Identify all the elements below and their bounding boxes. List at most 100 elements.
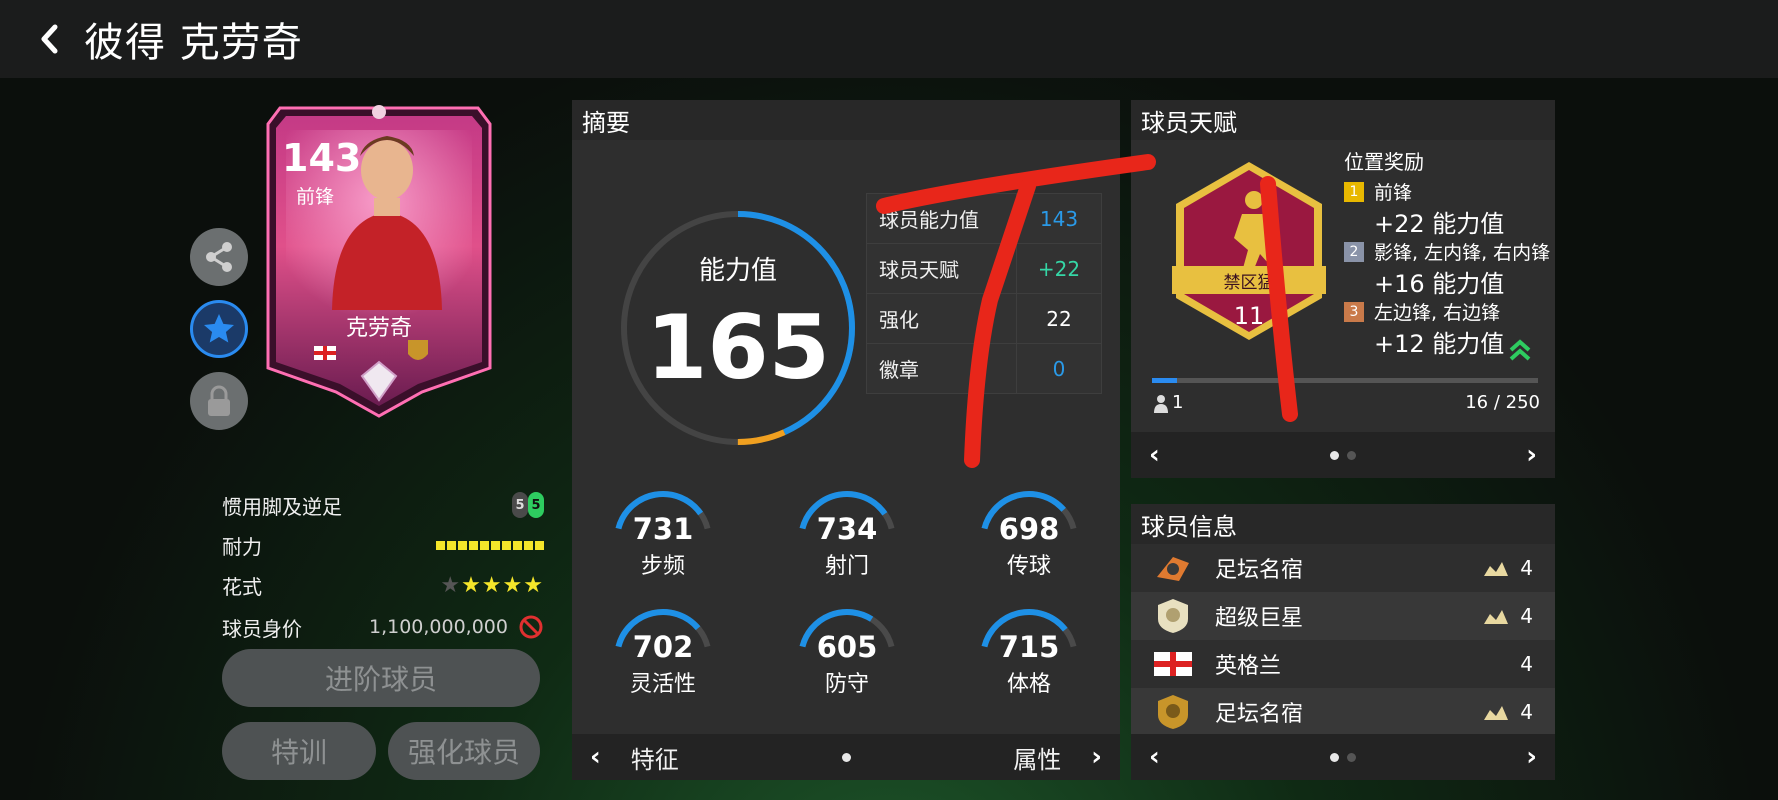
- star-icon: ★: [502, 572, 524, 598]
- foot-right-value: 5: [528, 492, 544, 518]
- stat-gauge[interactable]: 605 防守: [792, 602, 902, 702]
- page-title: 彼得 克劳奇: [84, 20, 303, 66]
- page-dot: [1347, 450, 1356, 460]
- stat-label: 防守: [824, 672, 869, 697]
- enhance-player-button[interactable]: 强化球员: [388, 722, 540, 780]
- tier-icon: [1484, 562, 1509, 576]
- share-button[interactable]: [190, 228, 248, 286]
- special-training-button[interactable]: 特训: [222, 722, 376, 780]
- top-bar: 彼得 克劳奇: [0, 0, 1778, 78]
- table-row: 强化 22: [866, 293, 1102, 344]
- skill-label: 花式: [222, 574, 262, 599]
- bonus-rank: 3: [1344, 302, 1364, 322]
- stat-gauge[interactable]: 698 传球: [974, 484, 1084, 584]
- stat-gauge[interactable]: 731 步频: [608, 484, 718, 584]
- stamina-label: 耐力: [222, 534, 262, 559]
- list-item-count-group: 4: [1482, 556, 1533, 580]
- tab-attributes[interactable]: 属性: [1013, 740, 1061, 775]
- bonus-value: +22 能力值: [1374, 210, 1505, 238]
- page-dots: [1330, 752, 1356, 762]
- bonus-value: +16 能力值: [1374, 270, 1505, 298]
- stamina-segment: [491, 540, 500, 550]
- page-dot: [1330, 450, 1339, 460]
- talent-count: 1: [1172, 392, 1184, 413]
- chevron-left-icon[interactable]: ‹: [1149, 742, 1160, 772]
- talent-badge-name: 禁区猛: [1223, 273, 1275, 293]
- star-icon: ★: [523, 572, 544, 598]
- club-crest-icon: [1151, 693, 1195, 731]
- breakdown-label: 强化: [866, 293, 1017, 344]
- value-label: 球员身价: [222, 616, 302, 641]
- breakdown-value: +22: [1016, 243, 1102, 294]
- favorite-button[interactable]: [190, 300, 248, 358]
- chevron-left-icon[interactable]: ‹: [1149, 440, 1160, 470]
- talent-badge-level: 11: [1233, 302, 1265, 330]
- stamina-segment: [513, 540, 522, 550]
- summary-header: 摘要: [572, 100, 1120, 140]
- value-row: 球员身价 1,100,000,000: [222, 609, 544, 645]
- star-icon: [204, 314, 234, 343]
- chevron-right-icon[interactable]: ›: [1526, 440, 1537, 470]
- stat-label: 射门: [824, 554, 869, 579]
- player-card[interactable]: 143 前锋 克劳奇: [262, 100, 496, 418]
- advance-player-button[interactable]: 进阶球员: [222, 649, 540, 707]
- lock-button[interactable]: [190, 372, 248, 430]
- share-icon: [206, 242, 232, 272]
- tier-icon: [1484, 706, 1509, 720]
- stat-label: 灵活性: [629, 672, 696, 697]
- lock-icon: [208, 385, 230, 416]
- list-item-count-group: 4: [1482, 604, 1533, 628]
- stat-gauge[interactable]: 715 体格: [974, 602, 1084, 702]
- bonus-positions: 前锋: [1374, 182, 1413, 204]
- table-row: 球员天赋 +22: [866, 243, 1102, 294]
- stamina-segment: [524, 540, 533, 550]
- bonus-value: +12 能力值: [1374, 330, 1505, 358]
- card-position: 前锋: [296, 186, 335, 208]
- tab-traits[interactable]: 特征: [631, 740, 679, 775]
- upgrade-arrow-icon: [1509, 339, 1531, 361]
- list-item-count-group: 4: [1520, 652, 1533, 676]
- bonus-positions: 影锋, 左内锋, 右内锋: [1374, 242, 1551, 264]
- page-dots: [841, 752, 851, 762]
- stat-value: 702: [632, 630, 694, 664]
- list-item[interactable]: 超级巨星 4: [1131, 592, 1555, 640]
- list-item-count: 4: [1520, 556, 1533, 580]
- stat-value: 698: [998, 512, 1060, 546]
- stat-label: 步频: [640, 554, 685, 579]
- list-item[interactable]: 英格兰 4: [1131, 640, 1555, 688]
- list-item[interactable]: 足坛名宿 4: [1131, 544, 1555, 592]
- page-dots: [1330, 450, 1356, 460]
- chevron-left-icon[interactable]: ‹: [590, 742, 601, 772]
- stamina-bar: [436, 540, 544, 550]
- foot-badge: 5 5: [512, 492, 544, 518]
- overall-value: 165: [646, 296, 830, 399]
- skill-stars: ★★★★★: [440, 573, 544, 598]
- player-info-title: 球员信息: [1141, 512, 1237, 541]
- stamina-segment: [480, 540, 489, 550]
- list-item-count: 4: [1520, 652, 1533, 676]
- no-trade-icon: [519, 615, 543, 639]
- breakdown-value: 143: [1016, 193, 1102, 244]
- summary-nav: ‹ 特征 属性 ›: [572, 734, 1120, 780]
- stat-value: 715: [998, 630, 1060, 664]
- breakdown-label: 球员天赋: [866, 243, 1017, 294]
- stat-label: 体格: [1006, 672, 1051, 697]
- back-arrow-icon[interactable]: [20, 9, 80, 69]
- list-item-count-group: 4: [1482, 700, 1533, 724]
- superstar-icon: [1151, 597, 1195, 635]
- position-bonus-title: 位置奖励: [1344, 150, 1424, 174]
- list-item[interactable]: 足坛名宿 4: [1131, 688, 1555, 736]
- ovr-breakdown-table: 球员能力值 143 球员天赋 +22 强化 22 徽章 0: [866, 193, 1102, 394]
- chevron-right-icon[interactable]: ›: [1091, 742, 1102, 772]
- stamina-segment: [436, 540, 445, 550]
- talent-progress-text: 16 / 250: [1465, 392, 1540, 413]
- list-item-name: 足坛名宿: [1215, 702, 1304, 727]
- stat-gauge[interactable]: 702 灵活性: [608, 602, 718, 702]
- stat-gauge[interactable]: 734 射门: [792, 484, 902, 584]
- stamina-segment: [502, 540, 511, 550]
- bonus-rank: 2: [1344, 242, 1364, 262]
- table-row: 徽章 0: [866, 343, 1102, 394]
- star-icon: ★: [481, 572, 503, 598]
- chevron-right-icon[interactable]: ›: [1526, 742, 1537, 772]
- summary-title: 摘要: [582, 108, 630, 137]
